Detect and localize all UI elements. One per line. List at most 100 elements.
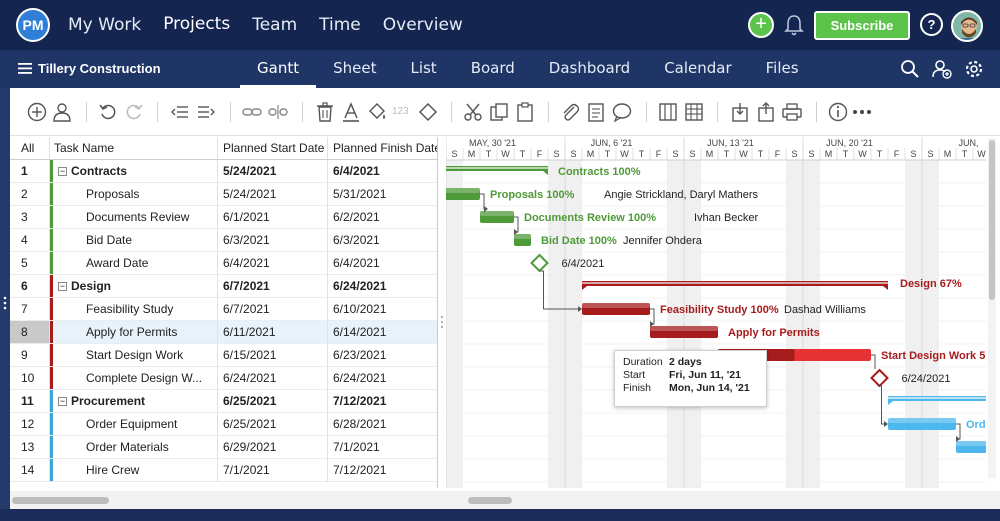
task-name-cell[interactable]: − Design bbox=[50, 275, 218, 297]
col-planned-finish[interactable]: Planned Finish Date bbox=[328, 137, 437, 159]
table-row[interactable]: 3 Documents Review 6/1/2021 6/2/2021 bbox=[10, 206, 437, 229]
start-date-cell[interactable]: 6/3/2021 bbox=[218, 229, 328, 251]
more-icon[interactable] bbox=[852, 102, 872, 122]
start-date-cell[interactable]: 6/1/2021 bbox=[218, 206, 328, 228]
columns-icon[interactable] bbox=[658, 102, 678, 122]
nav-team[interactable]: Team bbox=[252, 15, 297, 35]
text-color-icon[interactable] bbox=[341, 102, 361, 122]
milestone-icon[interactable] bbox=[418, 102, 438, 122]
task-name-cell[interactable]: − Contracts bbox=[50, 160, 218, 182]
task-name-cell[interactable]: Feasibility Study bbox=[50, 298, 218, 320]
table-row[interactable]: 12 Order Equipment 6/25/2021 6/28/2021 bbox=[10, 413, 437, 436]
comment-icon[interactable] bbox=[612, 102, 632, 123]
task-name-cell[interactable]: Order Materials bbox=[50, 436, 218, 458]
info-icon[interactable] bbox=[828, 102, 848, 122]
gantt-scroll-thumb[interactable] bbox=[468, 497, 512, 504]
trash-icon[interactable] bbox=[315, 102, 335, 122]
start-date-cell[interactable]: 6/24/2021 bbox=[218, 367, 328, 389]
row-number[interactable]: 4 bbox=[10, 229, 50, 251]
finish-date-cell[interactable]: 7/12/2021 bbox=[328, 459, 437, 481]
redo-icon[interactable] bbox=[124, 102, 144, 122]
finish-date-cell[interactable]: 7/1/2021 bbox=[328, 436, 437, 458]
start-date-cell[interactable]: 6/4/2021 bbox=[218, 252, 328, 274]
start-date-cell[interactable]: 7/1/2021 bbox=[218, 459, 328, 481]
start-date-cell[interactable]: 6/11/2021 bbox=[218, 321, 328, 343]
nav-overview[interactable]: Overview bbox=[383, 15, 463, 35]
row-number[interactable]: 12 bbox=[10, 413, 50, 435]
grid-icon[interactable] bbox=[684, 102, 704, 122]
export-icon[interactable] bbox=[756, 102, 776, 122]
gantt-timeline[interactable]: S M T W T F S S M T W T F S S M T W T F S S M T W T F S S M T WMAY, 30 … bbox=[446, 137, 986, 488]
start-date-cell[interactable]: 6/25/2021 bbox=[218, 413, 328, 435]
row-number[interactable]: 11 bbox=[10, 390, 50, 412]
bell-icon[interactable] bbox=[783, 13, 805, 37]
finish-date-cell[interactable]: 6/3/2021 bbox=[328, 229, 437, 251]
collapse-icon[interactable]: − bbox=[58, 397, 67, 407]
finish-date-cell[interactable]: 6/4/2021 bbox=[328, 160, 437, 182]
gantt-vertical-scrollbar[interactable] bbox=[988, 138, 996, 478]
tab-files[interactable]: Files bbox=[749, 50, 816, 88]
task-name-cell[interactable]: Documents Review bbox=[50, 206, 218, 228]
table-row[interactable]: 6− Design 6/7/2021 6/24/2021 bbox=[10, 275, 437, 298]
add-new-button[interactable]: + bbox=[748, 12, 774, 38]
gear-icon[interactable] bbox=[964, 59, 984, 79]
row-number[interactable]: 9 bbox=[10, 344, 50, 366]
tab-dashboard[interactable]: Dashboard bbox=[532, 50, 647, 88]
grid-scroll-thumb[interactable] bbox=[12, 497, 109, 504]
add-user-icon[interactable] bbox=[932, 59, 952, 79]
finish-date-cell[interactable]: 5/31/2021 bbox=[328, 183, 437, 205]
outdent-icon[interactable] bbox=[170, 102, 190, 122]
task-name-cell[interactable]: Order Equipment bbox=[50, 413, 218, 435]
fill-color-icon[interactable] bbox=[367, 102, 387, 122]
project-title[interactable]: Tillery Construction bbox=[38, 61, 161, 76]
row-number[interactable]: 14 bbox=[10, 459, 50, 481]
copy-icon[interactable] bbox=[489, 102, 509, 122]
start-date-cell[interactable]: 6/29/2021 bbox=[218, 436, 328, 458]
table-row[interactable]: 7 Feasibility Study 6/7/2021 6/10/2021 bbox=[10, 298, 437, 321]
nav-time[interactable]: Time bbox=[319, 15, 361, 35]
menu-icon[interactable] bbox=[18, 63, 32, 74]
table-row[interactable]: 8 Apply for Permits 6/11/2021 6/14/2021 bbox=[10, 321, 437, 344]
notes-icon[interactable] bbox=[586, 102, 606, 122]
finish-date-cell[interactable]: 6/2/2021 bbox=[328, 206, 437, 228]
attachment-icon[interactable] bbox=[560, 102, 580, 122]
task-name-cell[interactable]: Start Design Work bbox=[50, 344, 218, 366]
undo-icon[interactable] bbox=[98, 102, 118, 122]
table-row[interactable]: 5 Award Date 6/4/2021 6/4/2021 bbox=[10, 252, 437, 275]
row-number[interactable]: 5 bbox=[10, 252, 50, 274]
tab-sheet[interactable]: Sheet bbox=[316, 50, 393, 88]
unlink-icon[interactable] bbox=[268, 102, 288, 122]
table-row[interactable]: 14 Hire Crew 7/1/2021 7/12/2021 bbox=[10, 459, 437, 482]
start-date-cell[interactable]: 6/7/2021 bbox=[218, 298, 328, 320]
tab-calendar[interactable]: Calendar bbox=[647, 50, 748, 88]
collapse-icon[interactable]: − bbox=[58, 282, 67, 292]
paste-icon[interactable] bbox=[515, 102, 535, 122]
finish-date-cell[interactable]: 7/12/2021 bbox=[328, 390, 437, 412]
number-format-button[interactable]: 123 bbox=[392, 102, 416, 122]
start-date-cell[interactable]: 6/15/2021 bbox=[218, 344, 328, 366]
finish-date-cell[interactable]: 6/23/2021 bbox=[328, 344, 437, 366]
task-name-cell[interactable]: Complete Design W... bbox=[50, 367, 218, 389]
subscribe-button[interactable]: Subscribe bbox=[814, 11, 910, 40]
row-number[interactable]: 8 bbox=[10, 321, 50, 343]
cut-icon[interactable] bbox=[463, 102, 483, 122]
import-icon[interactable] bbox=[730, 102, 750, 122]
start-date-cell[interactable]: 5/24/2021 bbox=[218, 160, 328, 182]
row-number[interactable]: 6 bbox=[10, 275, 50, 297]
task-name-cell[interactable]: − Procurement bbox=[50, 390, 218, 412]
finish-date-cell[interactable]: 6/24/2021 bbox=[328, 367, 437, 389]
tab-gantt[interactable]: Gantt bbox=[240, 50, 317, 88]
row-number[interactable]: 1 bbox=[10, 160, 50, 182]
task-name-cell[interactable]: Apply for Permits bbox=[50, 321, 218, 343]
print-icon[interactable] bbox=[782, 102, 802, 122]
table-row[interactable]: 11− Procurement 6/25/2021 7/12/2021 bbox=[10, 390, 437, 413]
nav-my-work[interactable]: My Work bbox=[68, 15, 141, 35]
table-row[interactable]: 4 Bid Date 6/3/2021 6/3/2021 bbox=[10, 229, 437, 252]
indent-icon[interactable] bbox=[196, 102, 216, 122]
finish-date-cell[interactable]: 6/28/2021 bbox=[328, 413, 437, 435]
col-task-name[interactable]: Task Name bbox=[50, 137, 218, 159]
row-number[interactable]: 10 bbox=[10, 367, 50, 389]
finish-date-cell[interactable]: 6/14/2021 bbox=[328, 321, 437, 343]
finish-date-cell[interactable]: 6/24/2021 bbox=[328, 275, 437, 297]
table-row[interactable]: 13 Order Materials 6/29/2021 7/1/2021 bbox=[10, 436, 437, 459]
